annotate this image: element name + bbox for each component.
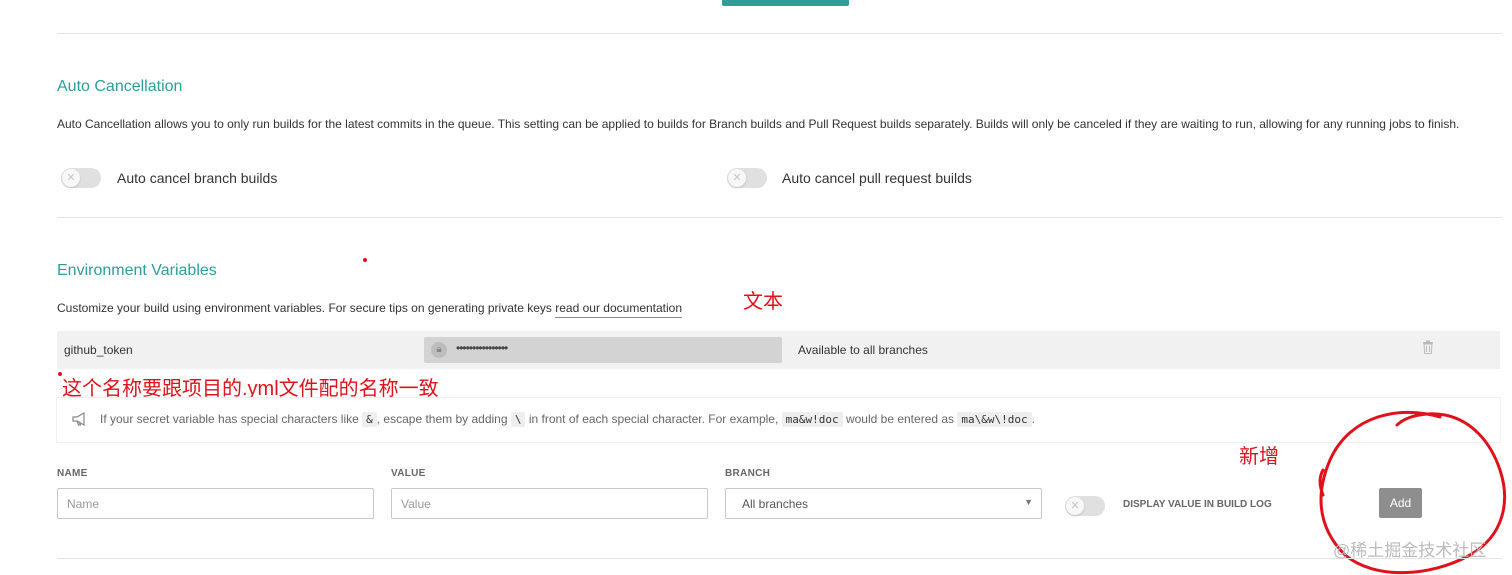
notice-text-2: , escape them by adding bbox=[376, 412, 508, 426]
megaphone-icon bbox=[71, 411, 89, 427]
toggle-off-icon: ✕ bbox=[62, 169, 80, 187]
divider bbox=[57, 217, 1502, 218]
display-value-label: DISPLAY VALUE IN BUILD LOG bbox=[1123, 499, 1272, 510]
auto-cancel-pr-toggle[interactable]: ✕ bbox=[727, 168, 767, 188]
auto-cancellation-title: Auto Cancellation bbox=[57, 78, 183, 95]
notice-code-backslash: \ bbox=[510, 412, 526, 427]
env-vars-title: Environment Variables bbox=[57, 262, 217, 279]
annotation-dot bbox=[363, 258, 367, 262]
name-input[interactable] bbox=[57, 488, 374, 519]
toggle-off-icon: ✕ bbox=[1066, 497, 1084, 515]
special-characters-notice: If your secret variable has special char… bbox=[57, 398, 1500, 442]
notice-text-4: would be entered as bbox=[845, 412, 955, 426]
value-label: VALUE bbox=[391, 468, 426, 479]
env-var-row: github_token 🔒︎ •••••••••••••••• Availab… bbox=[57, 331, 1500, 369]
trash-icon[interactable] bbox=[1422, 340, 1434, 354]
notice-text: If your secret variable has special char… bbox=[100, 412, 1035, 427]
value-input[interactable] bbox=[391, 488, 708, 519]
notice-text-5: . bbox=[1031, 412, 1035, 426]
notice-text-3: in front of each special character. For … bbox=[528, 412, 779, 426]
notice-code-ampersand: & bbox=[362, 412, 377, 427]
env-vars-description-text: Customize your build using environment v… bbox=[57, 301, 552, 315]
name-label: NAME bbox=[57, 468, 88, 479]
branch-select[interactable]: All branches ▼ bbox=[725, 488, 1042, 519]
divider bbox=[57, 558, 1502, 559]
watermark: @稀土掘金技术社区 bbox=[1333, 541, 1487, 560]
annotation-add-note: 新增 bbox=[1239, 446, 1279, 468]
env-var-branch: Available to all branches bbox=[798, 343, 928, 357]
env-var-masked-value: •••••••••••••••• bbox=[456, 341, 508, 355]
annotation-name-note: 这个名称要跟项目的.yml文件配的名称一致 bbox=[62, 378, 439, 400]
divider bbox=[57, 33, 1502, 34]
env-var-name: github_token bbox=[64, 343, 133, 357]
branch-select-value: All branches bbox=[742, 497, 809, 511]
branch-label: BRANCH bbox=[725, 468, 771, 479]
annotation-text-note: 文本 bbox=[743, 291, 783, 313]
toggle-off-icon: ✕ bbox=[728, 169, 746, 187]
env-var-value: 🔒︎ •••••••••••••••• bbox=[424, 337, 782, 363]
auto-cancel-pr-label: Auto cancel pull request builds bbox=[782, 170, 972, 186]
save-button[interactable] bbox=[722, 0, 849, 6]
notice-code-example: ma&w!doc bbox=[781, 412, 843, 427]
documentation-link[interactable]: read our documentation bbox=[555, 301, 683, 318]
notice-code-escaped: ma\&w\!doc bbox=[957, 412, 1032, 427]
notice-text-1: If your secret variable has special char… bbox=[100, 412, 359, 426]
lock-icon: 🔒︎ bbox=[431, 342, 447, 358]
auto-cancellation-description: Auto Cancellation allows you to only run… bbox=[57, 117, 1460, 131]
display-value-toggle[interactable]: ✕ bbox=[1065, 496, 1105, 516]
auto-cancel-branch-label: Auto cancel branch builds bbox=[117, 170, 278, 186]
auto-cancel-branch-toggle[interactable]: ✕ bbox=[61, 168, 101, 188]
chevron-down-icon: ▼ bbox=[1024, 497, 1033, 507]
